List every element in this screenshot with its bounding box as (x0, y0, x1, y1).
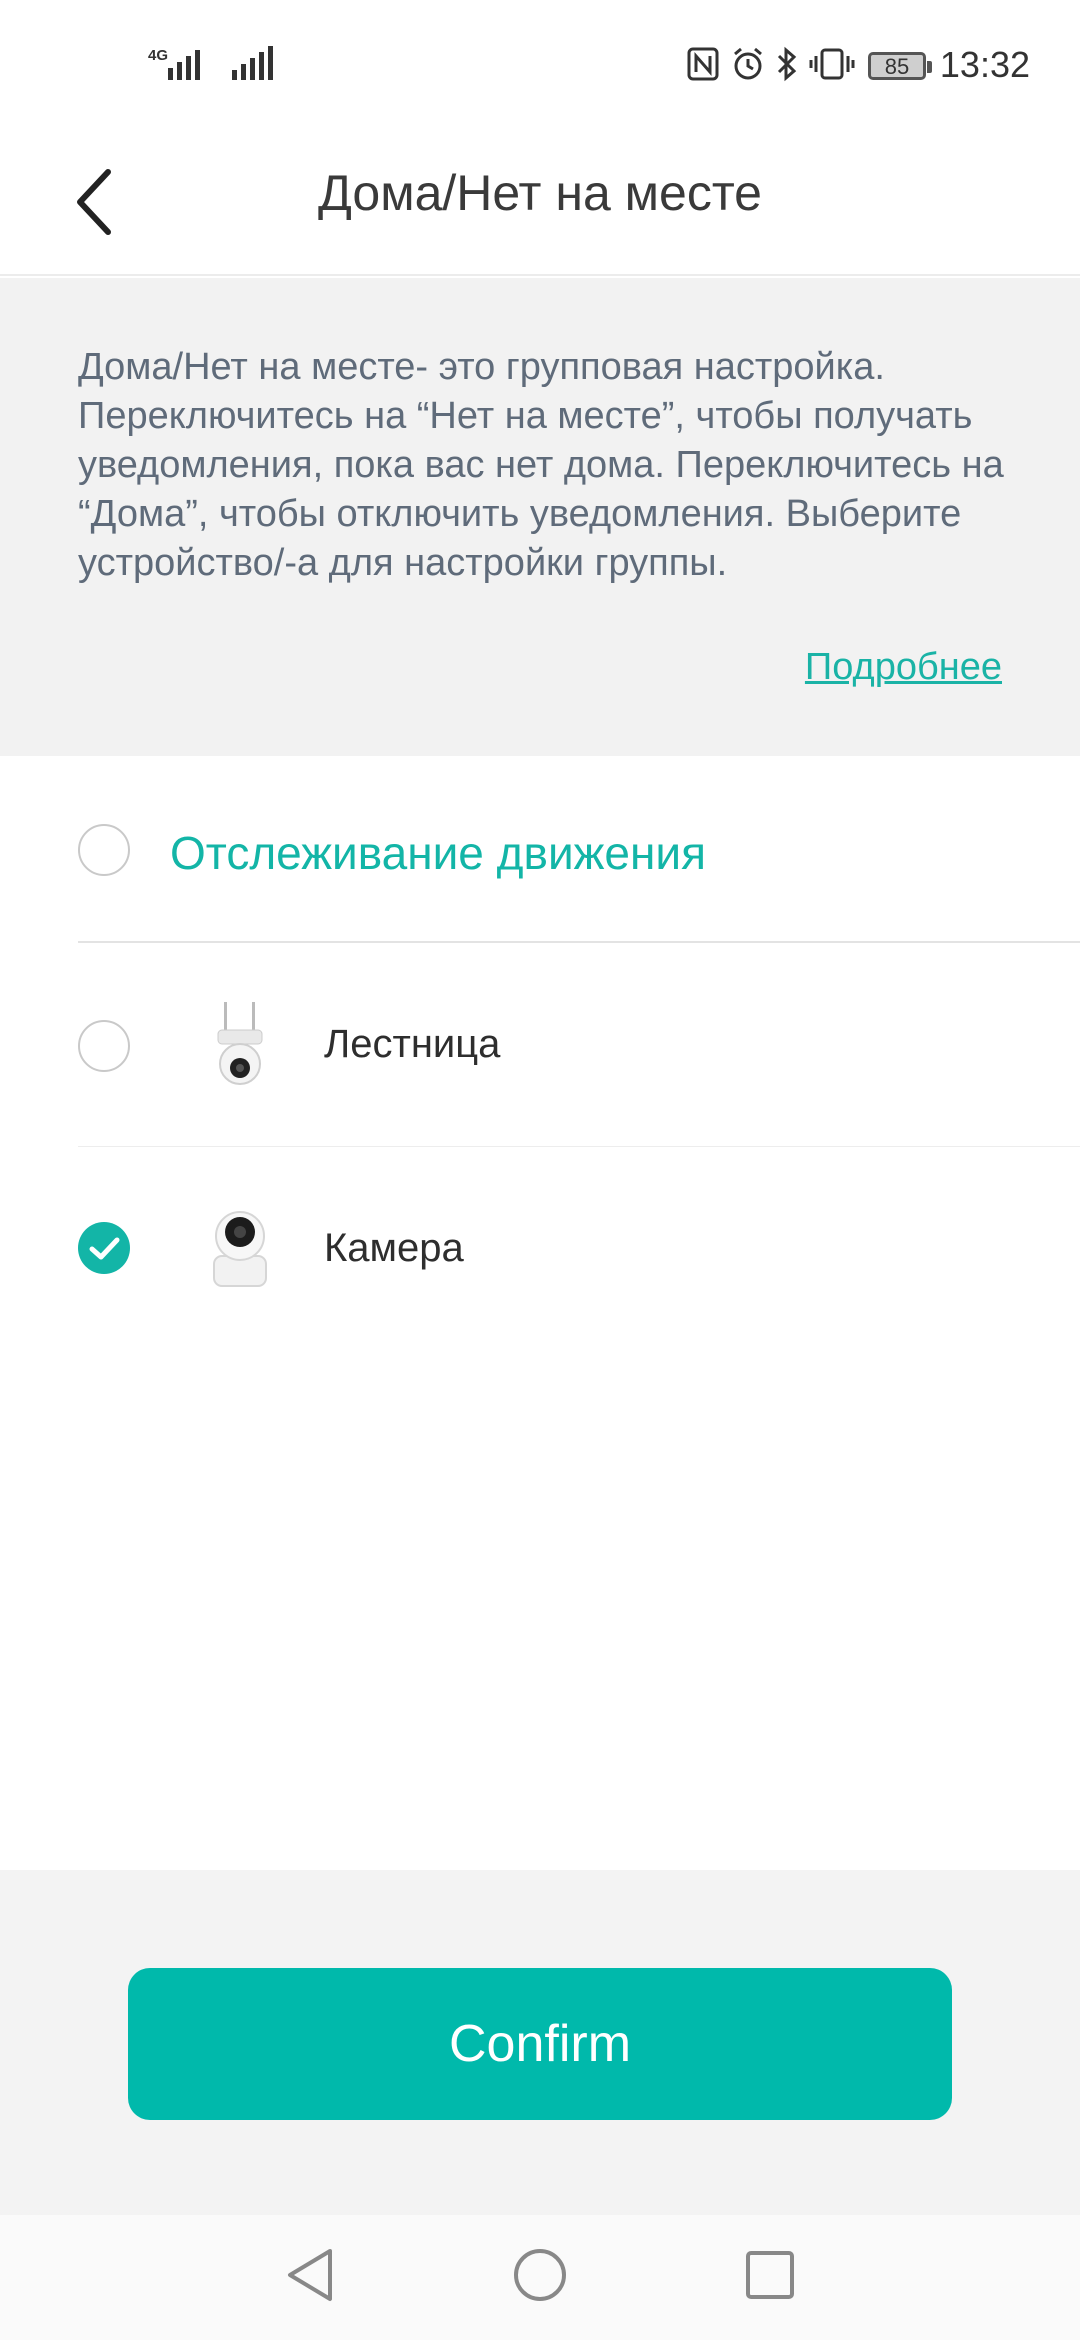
outdoor-camera-icon (200, 1000, 280, 1100)
system-navigation-bar (0, 2215, 1080, 2340)
nfc-icon (686, 46, 720, 82)
indoor-camera-icon (200, 1198, 280, 1298)
confirm-button[interactable]: Confirm (128, 1968, 952, 2120)
signal-strength-icon (168, 46, 200, 80)
device-radio-staircase[interactable] (78, 1020, 130, 1072)
checkmark-icon (89, 1237, 120, 1260)
battery-icon: 85 (868, 52, 932, 80)
status-bar: 4G 85 13:32 (0, 0, 1080, 130)
divider (78, 1146, 1080, 1147)
page-title: Дома/Нет на месте (318, 165, 762, 221)
group-select-radio[interactable] (78, 824, 130, 876)
nav-home-icon[interactable] (512, 2247, 568, 2303)
alarm-icon (730, 46, 766, 82)
device-radio-camera[interactable] (78, 1222, 130, 1274)
battery-level: 85 (884, 54, 910, 79)
network-type-label: 4G (148, 47, 169, 64)
vibrate-icon (808, 46, 856, 82)
divider (78, 941, 1080, 943)
group-label[interactable]: Отслеживание движения (170, 826, 706, 880)
clock: 13:32 (939, 44, 1030, 85)
more-link[interactable]: Подробнее (805, 646, 1002, 689)
info-panel: Дома/Нет на месте- это групповая настрой… (0, 278, 1080, 756)
bluetooth-icon (774, 46, 800, 82)
device-name-staircase: Лестница (324, 1022, 501, 1066)
info-description: Дома/Нет на месте- это групповая настрой… (78, 346, 1004, 584)
nav-back-icon[interactable] (282, 2245, 338, 2305)
signal-strength-icon-2 (232, 46, 273, 80)
device-name-camera: Камера (324, 1226, 464, 1270)
app-header: Дома/Нет на месте (0, 130, 1080, 276)
nav-recents-icon[interactable] (744, 2249, 796, 2301)
